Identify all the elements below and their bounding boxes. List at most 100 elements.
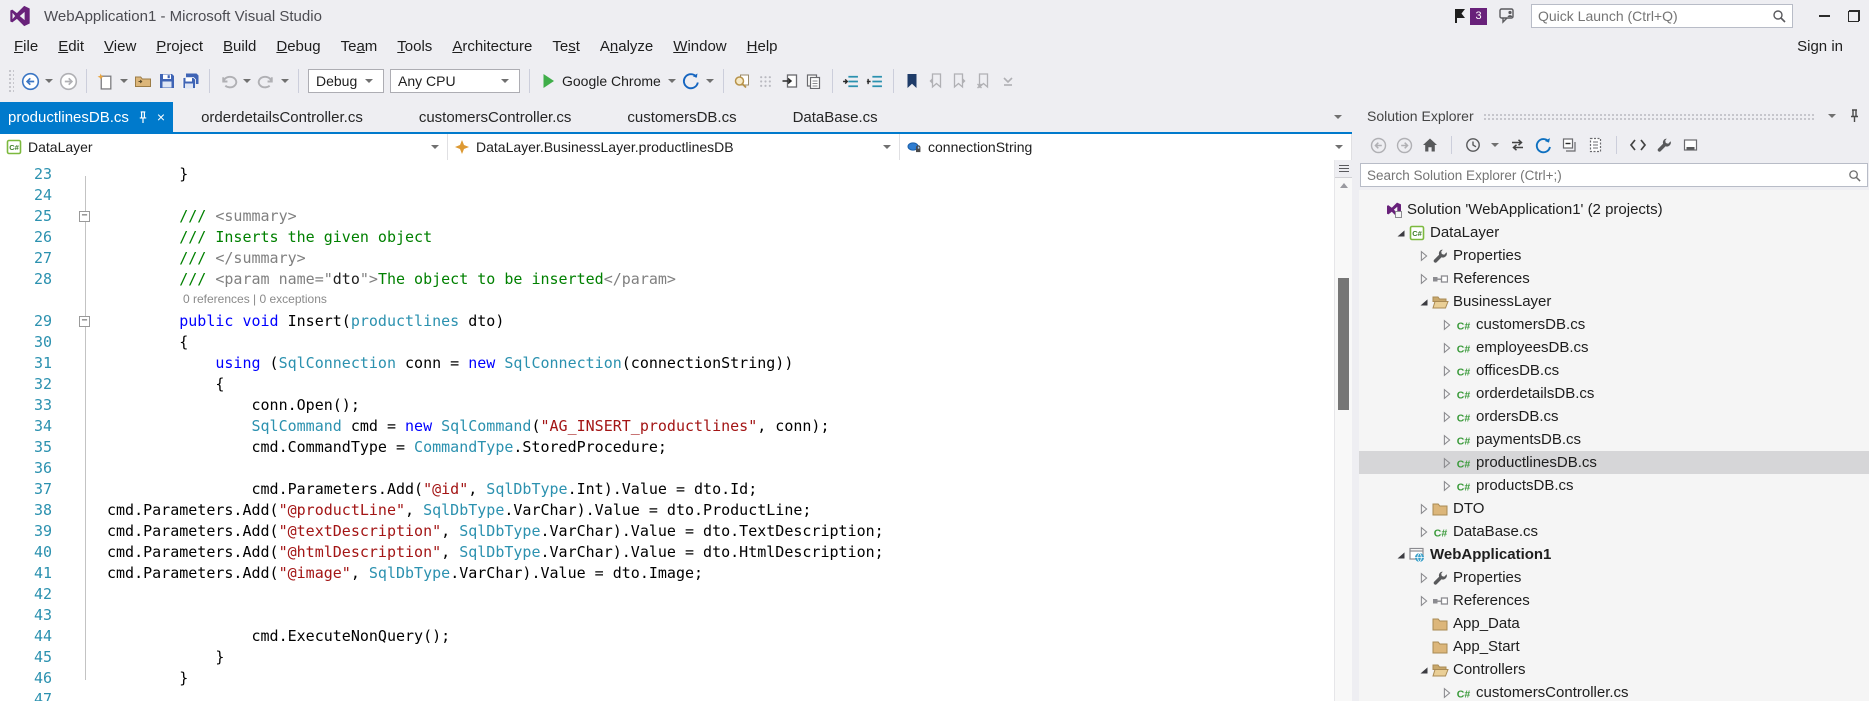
indent-lines-icon[interactable] <box>839 69 863 93</box>
nav-back-icon[interactable] <box>18 69 42 93</box>
start-target-label[interactable]: Google Chrome <box>562 73 661 89</box>
window-position-icon[interactable] <box>1828 114 1836 118</box>
tree-item-solution-webapplication1-2-projects[interactable]: Solution 'WebApplication1' (2 projects) <box>1359 198 1869 221</box>
project-dropdown[interactable]: C# DataLayer <box>0 134 448 160</box>
tab-orderdetailsController-cs[interactable]: orderdetailsController.cs <box>173 102 391 132</box>
bookmark-clear-icon[interactable] <box>972 69 996 93</box>
chevron-down-icon[interactable] <box>45 79 53 83</box>
editor-vertical-scrollbar[interactable] <box>1334 160 1352 701</box>
tree-item-references[interactable]: References <box>1359 267 1869 290</box>
collapse-icon[interactable] <box>1415 662 1432 678</box>
menu-file[interactable]: File <box>4 35 48 58</box>
menu-build[interactable]: Build <box>213 35 266 58</box>
tab-productlinesDB-cs[interactable]: productlinesDB.cs × <box>0 102 174 132</box>
tree-item-orderdetailsdb-cs[interactable]: C# orderdetailsDB.cs <box>1359 382 1869 405</box>
expand-icon[interactable] <box>1438 409 1455 425</box>
collapse-icon[interactable] <box>1392 225 1409 241</box>
expand-icon[interactable] <box>1438 386 1455 402</box>
menu-help[interactable]: Help <box>737 35 788 58</box>
tree-item-paymentsdb-cs[interactable]: C# paymentsDB.cs <box>1359 428 1869 451</box>
preview-selected-icon[interactable] <box>1679 134 1701 156</box>
forward-icon[interactable] <box>1393 134 1415 156</box>
view-code-icon[interactable] <box>1627 134 1649 156</box>
tree-item-ordersdb-cs[interactable]: C# ordersDB.cs <box>1359 405 1869 428</box>
folding-margin[interactable] <box>52 206 107 227</box>
tree-item-properties[interactable]: Properties <box>1359 566 1869 589</box>
expand-icon[interactable] <box>1438 340 1455 356</box>
solution-search-box[interactable] <box>1360 163 1868 187</box>
type-dropdown[interactable]: DataLayer.BusinessLayer.productlinesDB <box>448 134 900 160</box>
expand-icon[interactable] <box>1415 570 1432 586</box>
tree-item-employeesdb-cs[interactable]: C# employeesDB.cs <box>1359 336 1869 359</box>
pin-icon[interactable] <box>1848 109 1861 123</box>
restore-button[interactable] <box>1839 4 1869 28</box>
minimize-button[interactable] <box>1809 4 1839 28</box>
refresh-icon[interactable] <box>1532 134 1554 156</box>
toolbar-options-icon[interactable] <box>996 69 1020 93</box>
expand-icon[interactable] <box>1415 271 1432 287</box>
platform-combo[interactable]: Any CPU <box>390 69 520 93</box>
solution-explorer-header[interactable]: Solution Explorer <box>1359 102 1869 130</box>
tree-item-database-cs[interactable]: C# DataBase.cs <box>1359 520 1869 543</box>
collapse-icon[interactable] <box>1392 547 1409 563</box>
home-icon[interactable] <box>1419 134 1441 156</box>
close-tab-icon[interactable]: × <box>157 110 165 124</box>
panel-splitter[interactable] <box>1352 102 1359 701</box>
tree-item-officesdb-cs[interactable]: C# officesDB.cs <box>1359 359 1869 382</box>
menu-debug[interactable]: Debug <box>266 35 330 58</box>
tab-customersDB-cs[interactable]: customersDB.cs <box>599 102 764 132</box>
tree-item-businesslayer[interactable]: BusinessLayer <box>1359 290 1869 313</box>
expand-icon[interactable] <box>1438 685 1455 701</box>
menu-architecture[interactable]: Architecture <box>442 35 542 58</box>
menu-test[interactable]: Test <box>542 35 590 58</box>
grid-dots-icon[interactable] <box>754 69 778 93</box>
sign-in-link[interactable]: Sign in <box>1797 38 1843 55</box>
chevron-down-icon[interactable] <box>705 79 714 83</box>
pin-tab-icon[interactable] <box>137 110 149 124</box>
expand-icon[interactable] <box>1415 524 1432 540</box>
navigate-to-icon[interactable] <box>778 69 802 93</box>
tree-item-webapplication1[interactable]: WebApplication1 <box>1359 543 1869 566</box>
open-file-icon[interactable] <box>131 69 155 93</box>
expand-icon[interactable] <box>1438 455 1455 471</box>
tree-item-productsdb-cs[interactable]: C# productsDB.cs <box>1359 474 1869 497</box>
tree-item-properties[interactable]: Properties <box>1359 244 1869 267</box>
open-files-filter-icon[interactable] <box>1462 134 1484 156</box>
member-dropdown[interactable]: connectionString <box>900 134 1352 160</box>
expand-icon[interactable] <box>1415 501 1432 517</box>
nav-forward-icon[interactable] <box>56 69 80 93</box>
sync-active-document-icon[interactable] <box>1506 134 1528 156</box>
tab-customersController-cs[interactable]: customersController.cs <box>391 102 600 132</box>
folding-margin[interactable] <box>52 311 107 332</box>
tab-DataBase-cs[interactable]: DataBase.cs <box>765 102 906 132</box>
properties-icon[interactable] <box>1653 134 1675 156</box>
notifications-button[interactable]: 3 <box>1452 7 1487 25</box>
start-debug-icon[interactable] <box>536 69 560 93</box>
chevron-down-icon[interactable] <box>1491 143 1499 147</box>
tree-item-app-data[interactable]: App_Data <box>1359 612 1869 635</box>
browser-refresh-icon[interactable] <box>679 69 703 93</box>
menu-project[interactable]: Project <box>146 35 213 58</box>
find-in-files-icon[interactable] <box>730 69 754 93</box>
bookmark-next-icon[interactable] <box>948 69 972 93</box>
collapse-icon[interactable] <box>1415 294 1432 310</box>
tree-item-datalayer[interactable]: C# DataLayer <box>1359 221 1869 244</box>
save-icon[interactable] <box>155 69 179 93</box>
tab-list-overflow-icon[interactable] <box>1334 115 1342 119</box>
undo-icon[interactable] <box>216 69 240 93</box>
chevron-down-icon[interactable] <box>243 79 251 83</box>
tree-item-productlinesdb-cs[interactable]: C# productlinesDB.cs <box>1359 451 1869 474</box>
expand-icon[interactable] <box>1438 363 1455 379</box>
collapse-region-icon[interactable] <box>79 316 90 327</box>
scroll-up-button[interactable] <box>1335 178 1352 192</box>
menu-analyze[interactable]: Analyze <box>590 35 663 58</box>
redo-icon[interactable] <box>254 69 278 93</box>
quick-launch-input[interactable] <box>1538 8 1772 24</box>
chevron-down-icon[interactable] <box>667 79 676 83</box>
notification-count-badge[interactable]: 3 <box>1470 7 1487 25</box>
expand-icon[interactable] <box>1415 248 1432 264</box>
code-editor[interactable]: 23 }2425 /// <summary>26 /// Inserts the… <box>0 160 1352 701</box>
quick-launch-box[interactable] <box>1531 4 1793 28</box>
expand-icon[interactable] <box>1415 593 1432 609</box>
feedback-icon[interactable] <box>1499 8 1517 24</box>
